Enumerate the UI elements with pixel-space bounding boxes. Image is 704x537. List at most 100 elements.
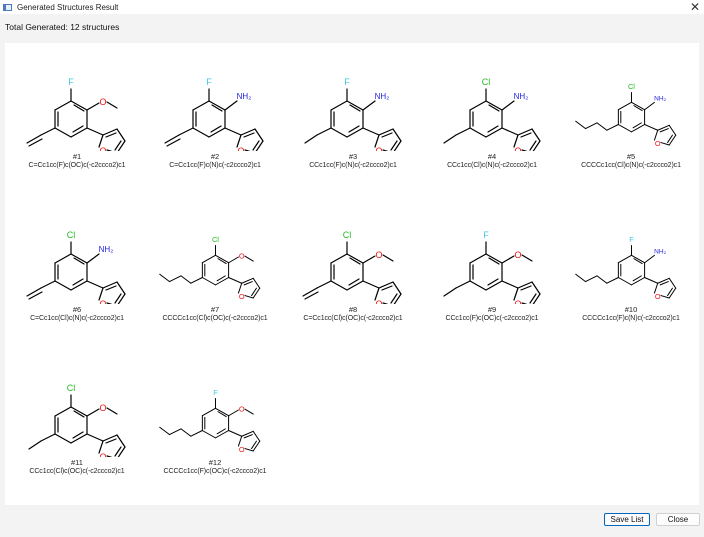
structure-smiles: C=Cc1cc(Cl)c(OC)c(-c2ccco2)c1 bbox=[303, 315, 403, 322]
structure-number: #6 bbox=[72, 305, 82, 314]
molecule-group: Cl NH₂ O bbox=[575, 82, 677, 148]
structure-smiles: C=Cc1cc(Cl)c(N)c(-c2ccco2)c1 bbox=[30, 315, 124, 322]
oxygen-label: O bbox=[239, 405, 245, 414]
furan-oxygen-label: O bbox=[99, 299, 106, 304]
furan-oxygen-label: O bbox=[375, 146, 382, 151]
structure-number: #3 bbox=[348, 152, 358, 161]
structure-number: #1 bbox=[72, 152, 82, 161]
structure-smiles: CCc1cc(F)c(N)c(-c2ccco2)c1 bbox=[309, 162, 397, 169]
furan-oxygen-label: O bbox=[655, 292, 661, 301]
furan-oxygen-label: O bbox=[239, 445, 245, 454]
title-bar: Generated Structures Result ✕ bbox=[0, 0, 704, 14]
structure-number: #8 bbox=[348, 305, 358, 314]
molecule-drawing: Cl O O bbox=[159, 235, 261, 301]
close-button[interactable]: Close bbox=[656, 513, 700, 526]
structure-card[interactable]: Cl NH₂ O #6 C=Cc1cc(Cl)c(N)c(-c2ccco2)c1 bbox=[7, 206, 147, 356]
molecule-group: Cl NH₂ O bbox=[26, 230, 126, 304]
structure-card[interactable]: Cl O O #11 CCc1cc(Cl)c(OC)c(-c2ccco2)c1 bbox=[7, 359, 147, 509]
molecule-drawing: F NH₂ O bbox=[164, 77, 264, 151]
molecule-group: F O O bbox=[443, 230, 541, 304]
structure-card[interactable]: F NH₂ O #3 CCc1cc(F)c(N)c(-c2ccco2)c1 bbox=[283, 53, 423, 203]
molecule-drawing: Cl NH₂ O bbox=[443, 77, 541, 151]
amine-label: NH₂ bbox=[237, 92, 252, 101]
molecule-drawing: F O O bbox=[443, 230, 541, 304]
molecule-group: F NH₂ O bbox=[164, 77, 264, 151]
halogen-label: F bbox=[206, 77, 212, 87]
structure-smiles: CCc1cc(F)c(OC)c(-c2ccco2)c1 bbox=[445, 315, 539, 322]
structure-card[interactable]: F O O #9 CCc1cc(F)c(OC)c(-c2ccco2)c1 bbox=[422, 206, 562, 356]
structure-smiles: CCCCc1cc(Cl)c(N)c(-c2ccco2)c1 bbox=[581, 162, 681, 169]
structures-grid[interactable]: F O O #1 C=Cc1cc(F)c(OC)c(-c2ccco2)c1 F NH₂ O #2… bbox=[5, 43, 699, 505]
molecule-drawing: Cl NH₂ O bbox=[575, 82, 677, 148]
molecule-group: Cl O O bbox=[302, 230, 402, 304]
halogen-label: F bbox=[629, 235, 634, 244]
structure-smiles: C=Cc1cc(F)c(OC)c(-c2ccco2)c1 bbox=[28, 162, 126, 169]
structure-card[interactable]: F O O #12 CCCCc1cc(F)c(OC)c(-c2ccco2)c1 bbox=[145, 359, 285, 509]
structure-number: #2 bbox=[210, 152, 220, 161]
structure-card[interactable]: Cl O O #7 CCCCc1cc(Cl)c(OC)c(-c2ccco2)c1 bbox=[145, 206, 285, 356]
furan-oxygen-label: O bbox=[514, 146, 521, 151]
structure-smiles: CCc1cc(Cl)c(N)c(-c2ccco2)c1 bbox=[447, 162, 537, 169]
structure-card[interactable]: Cl NH₂ O #5 CCCCc1cc(Cl)c(N)c(-c2ccco2)c1 bbox=[561, 53, 701, 203]
halogen-label: Cl bbox=[67, 383, 76, 393]
structure-number: #4 bbox=[487, 152, 497, 161]
summary-text: Total Generated: 12 structures bbox=[5, 22, 120, 32]
molecule-group: F O O bbox=[159, 388, 261, 454]
molecule-drawing: Cl NH₂ O bbox=[26, 230, 126, 304]
structure-card[interactable]: F O O #1 C=Cc1cc(F)c(OC)c(-c2ccco2)c1 bbox=[7, 53, 147, 203]
molecule-group: F NH₂ O bbox=[575, 235, 677, 301]
amine-label: NH₂ bbox=[514, 92, 529, 101]
window-icon bbox=[3, 3, 12, 11]
furan-oxygen-label: O bbox=[99, 146, 106, 151]
structure-number: #7 bbox=[210, 305, 220, 314]
oxygen-label: O bbox=[375, 250, 382, 260]
furan-oxygen-label: O bbox=[375, 299, 382, 304]
furan-oxygen-label: O bbox=[99, 452, 106, 457]
furan-oxygen-label: O bbox=[237, 146, 244, 151]
molecule-group: Cl O O bbox=[28, 383, 126, 457]
amine-label: NH₂ bbox=[654, 249, 666, 256]
molecule-group: F O O bbox=[26, 77, 126, 151]
halogen-label: F bbox=[344, 77, 350, 87]
structure-number: #5 bbox=[626, 152, 636, 161]
save-list-button[interactable]: Save List bbox=[604, 513, 650, 526]
structure-smiles: CCCCc1cc(F)c(N)c(-c2ccco2)c1 bbox=[582, 315, 680, 322]
molecule-drawing: F O O bbox=[159, 388, 261, 454]
amine-label: NH₂ bbox=[375, 92, 390, 101]
amine-label: NH₂ bbox=[654, 96, 666, 103]
molecule-group: F NH₂ O bbox=[304, 77, 402, 151]
halogen-label: Cl bbox=[67, 230, 76, 240]
halogen-label: Cl bbox=[628, 82, 635, 91]
furan-oxygen-label: O bbox=[655, 139, 661, 148]
halogen-label: Cl bbox=[343, 230, 352, 240]
halogen-label: F bbox=[68, 77, 74, 87]
molecule-drawing: Cl O O bbox=[302, 230, 402, 304]
structure-number: #12 bbox=[208, 458, 222, 467]
halogen-label: Cl bbox=[212, 235, 219, 244]
molecule-group: Cl O O bbox=[159, 235, 261, 301]
structure-number: #11 bbox=[71, 458, 83, 467]
amine-label: NH₂ bbox=[99, 245, 114, 254]
molecule-drawing: F O O bbox=[26, 77, 126, 151]
structure-card[interactable]: F NH₂ O #10 CCCCc1cc(F)c(N)c(-c2ccco2)c1 bbox=[561, 206, 701, 356]
molecule-drawing: Cl O O bbox=[28, 383, 126, 457]
structure-card[interactable]: Cl NH₂ O #4 CCc1cc(Cl)c(N)c(-c2ccco2)c1 bbox=[422, 53, 562, 203]
furan-oxygen-label: O bbox=[239, 292, 245, 301]
structure-number: #9 bbox=[487, 305, 497, 314]
oxygen-label: O bbox=[514, 250, 521, 260]
halogen-label: Cl bbox=[482, 77, 491, 87]
structure-card[interactable]: Cl O O #8 C=Cc1cc(Cl)c(OC)c(-c2ccco2)c1 bbox=[283, 206, 423, 356]
structure-smiles: CCCCc1cc(F)c(OC)c(-c2ccco2)c1 bbox=[163, 468, 267, 475]
oxygen-label: O bbox=[239, 252, 245, 261]
halogen-label: F bbox=[213, 388, 218, 397]
furan-oxygen-label: O bbox=[514, 299, 521, 304]
structure-smiles: CCc1cc(Cl)c(OC)c(-c2ccco2)c1 bbox=[29, 468, 125, 475]
oxygen-label: O bbox=[99, 97, 106, 107]
close-icon[interactable]: ✕ bbox=[690, 0, 700, 15]
molecule-group: Cl NH₂ O bbox=[443, 77, 541, 151]
structure-card[interactable]: F NH₂ O #2 C=Cc1cc(F)c(N)c(-c2ccco2)c1 bbox=[145, 53, 285, 203]
structure-number: #10 bbox=[624, 305, 638, 314]
halogen-label: F bbox=[483, 230, 489, 240]
window-title: Generated Structures Result bbox=[17, 2, 119, 12]
oxygen-label: O bbox=[99, 403, 106, 413]
